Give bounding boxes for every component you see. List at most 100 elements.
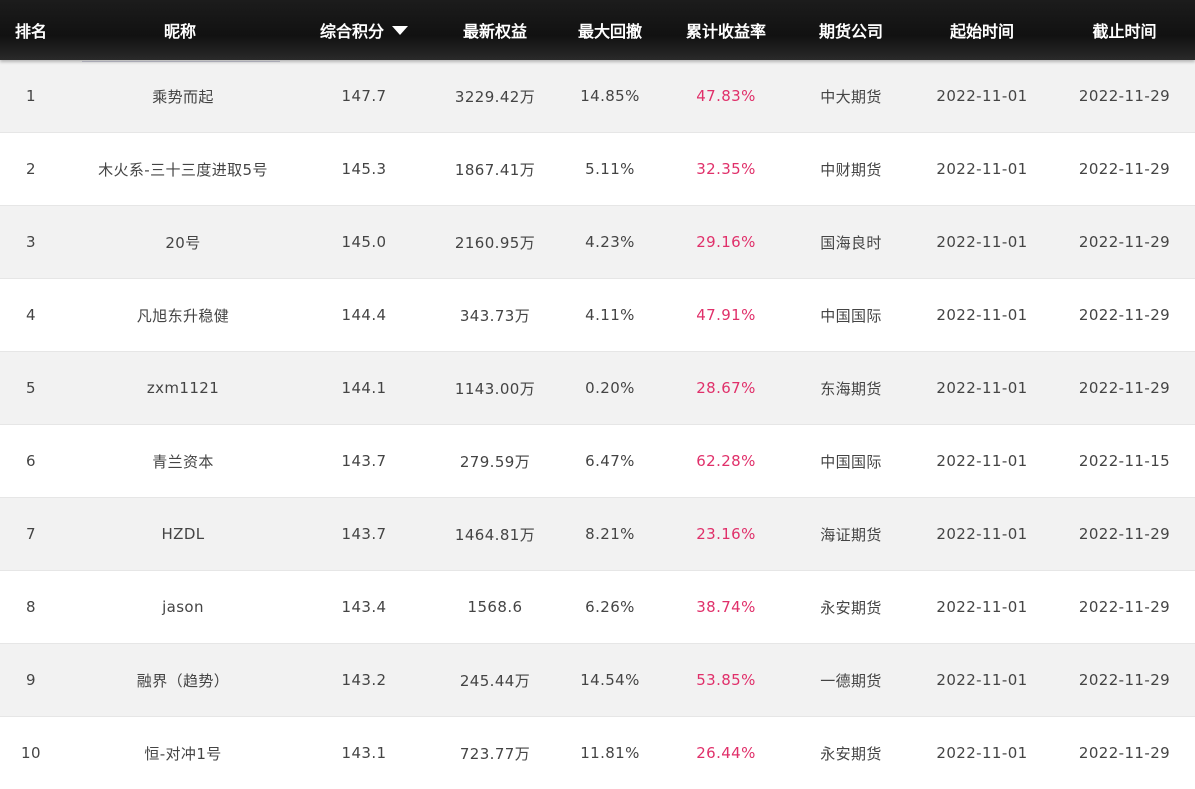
table-row[interactable]: 2 木火系-三十三度进取5号 145.3 1867.41万 5.11% 32.3… — [0, 133, 1195, 206]
return-cell: 26.44% — [696, 744, 756, 762]
rank-cell: 3 — [26, 233, 36, 251]
return-cell: 62.28% — [696, 452, 756, 470]
start-date-cell: 2022-11-01 — [936, 87, 1028, 105]
return-cell: 23.16% — [696, 525, 756, 543]
drawdown-cell: 6.47% — [585, 452, 635, 470]
nickname-cell[interactable]: 20号 — [62, 231, 298, 253]
header-score[interactable]: 综合积分 — [298, 0, 430, 60]
equity-cell: 1867.41万 — [454, 160, 536, 179]
start-date-cell: 2022-11-01 — [936, 379, 1028, 397]
score-cell: 145.3 — [341, 160, 387, 178]
end-date-cell: 2022-11-29 — [1078, 598, 1171, 616]
sort-down-icon[interactable] — [392, 25, 408, 35]
drawdown-cell: 6.26% — [585, 598, 635, 616]
score-cell: 144.4 — [341, 306, 387, 324]
drawdown-cell: 4.23% — [585, 233, 635, 251]
return-cell: 29.16% — [696, 233, 756, 251]
header-start-date[interactable]: 起始时间 — [910, 0, 1054, 60]
broker-cell: 中财期货 — [820, 160, 882, 179]
end-date-cell: 2022-11-29 — [1078, 379, 1171, 397]
end-date-cell: 2022-11-29 — [1078, 671, 1171, 689]
score-cell: 143.2 — [341, 671, 387, 689]
return-cell: 38.74% — [696, 598, 756, 616]
header-return[interactable]: 累计收益率 — [660, 0, 792, 60]
score-cell: 143.1 — [341, 744, 387, 762]
drawdown-cell: 14.85% — [580, 87, 640, 105]
nickname-cell[interactable]: 融界（趋势） — [62, 669, 298, 691]
return-cell: 32.35% — [696, 160, 756, 178]
rank-cell: 7 — [26, 525, 36, 543]
broker-cell: 中国国际 — [820, 306, 882, 325]
start-date-cell: 2022-11-01 — [936, 525, 1028, 543]
equity-cell: 1143.00万 — [454, 379, 536, 398]
nickname-cell[interactable]: 凡旭东升稳健 — [62, 304, 298, 326]
nickname-cell[interactable]: 青兰资本 — [62, 450, 298, 472]
rank-cell: 1 — [26, 87, 36, 105]
broker-cell: 国海良时 — [820, 233, 882, 252]
broker-cell: 中大期货 — [820, 87, 882, 106]
table-row[interactable]: 1 乘势而起 147.7 3229.42万 14.85% 47.83% 中大期货… — [0, 60, 1195, 133]
header-end-date[interactable]: 截止时间 — [1054, 0, 1195, 60]
equity-cell: 343.73万 — [459, 306, 531, 325]
header-equity[interactable]: 最新权益 — [430, 0, 560, 60]
header-rank[interactable]: 排名 — [0, 0, 62, 60]
table-row[interactable]: 10 恒-对冲1号 143.1 723.77万 11.81% 26.44% 永安… — [0, 717, 1195, 789]
header-drawdown[interactable]: 最大回撤 — [560, 0, 660, 60]
start-date-cell: 2022-11-01 — [936, 306, 1028, 324]
start-date-cell: 2022-11-01 — [936, 160, 1028, 178]
score-cell: 145.0 — [341, 233, 387, 251]
equity-cell: 3229.42万 — [454, 87, 536, 106]
drawdown-cell: 5.11% — [585, 160, 635, 178]
equity-cell: 245.44万 — [459, 671, 531, 690]
equity-cell: 279.59万 — [459, 452, 531, 471]
nickname-cell[interactable]: 乘势而起 — [62, 85, 298, 107]
table-row[interactable]: 8 jason 143.4 1568.6 6.26% 38.74% 永安期货 2… — [0, 571, 1195, 644]
return-cell: 47.83% — [696, 87, 756, 105]
rank-cell: 9 — [26, 671, 36, 689]
nickname-cell[interactable]: 木火系-三十三度进取5号 — [62, 158, 298, 180]
score-cell: 143.7 — [341, 525, 387, 543]
end-date-cell: 2022-11-29 — [1078, 160, 1171, 178]
rank-cell: 5 — [26, 379, 36, 397]
table-row[interactable]: 7 HZDL 143.7 1464.81万 8.21% 23.16% 海证期货 … — [0, 498, 1195, 571]
table-row[interactable]: 5 zxm1121 144.1 1143.00万 0.20% 28.67% 东海… — [0, 352, 1195, 425]
end-date-cell: 2022-11-29 — [1078, 525, 1171, 543]
end-date-cell: 2022-11-29 — [1078, 233, 1171, 251]
nickname-cell[interactable]: zxm1121 — [62, 379, 298, 397]
header-score-label: 综合积分 — [319, 22, 384, 41]
nickname-cell[interactable]: HZDL — [62, 525, 298, 543]
score-cell: 143.7 — [341, 452, 387, 470]
table-row[interactable]: 6 青兰资本 143.7 279.59万 6.47% 62.28% 中国国际 2… — [0, 425, 1195, 498]
broker-cell: 永安期货 — [820, 598, 882, 617]
equity-cell: 2160.95万 — [454, 233, 536, 252]
header-broker[interactable]: 期货公司 — [792, 0, 910, 60]
return-cell: 28.67% — [696, 379, 756, 397]
equity-cell: 1464.81万 — [454, 525, 536, 544]
end-date-cell: 2022-11-29 — [1078, 87, 1171, 105]
broker-cell: 一德期货 — [820, 671, 882, 690]
score-cell: 147.7 — [341, 87, 387, 105]
drawdown-cell: 4.11% — [585, 306, 635, 324]
table-row[interactable]: 4 凡旭东升稳健 144.4 343.73万 4.11% 47.91% 中国国际… — [0, 279, 1195, 352]
header-nickname[interactable]: 昵称 — [62, 0, 298, 60]
broker-cell: 东海期货 — [820, 379, 882, 398]
rank-cell: 10 — [21, 744, 41, 762]
broker-cell: 海证期货 — [820, 525, 882, 544]
drawdown-cell: 8.21% — [585, 525, 635, 543]
broker-cell: 永安期货 — [820, 744, 882, 763]
nickname-cell[interactable]: jason — [62, 598, 298, 616]
return-cell: 47.91% — [696, 306, 756, 324]
drawdown-cell: 0.20% — [585, 379, 635, 397]
start-date-cell: 2022-11-01 — [936, 671, 1028, 689]
equity-cell: 1568.6 — [467, 598, 523, 616]
drawdown-cell: 14.54% — [580, 671, 640, 689]
start-date-cell: 2022-11-01 — [936, 452, 1028, 470]
rank-cell: 6 — [26, 452, 36, 470]
table-row[interactable]: 3 20号 145.0 2160.95万 4.23% 29.16% 国海良时 2… — [0, 206, 1195, 279]
rank-cell: 8 — [26, 598, 36, 616]
table-row[interactable]: 9 融界（趋势） 143.2 245.44万 14.54% 53.85% 一德期… — [0, 644, 1195, 717]
nickname-cell[interactable]: 恒-对冲1号 — [62, 742, 298, 764]
rank-cell: 4 — [26, 306, 36, 324]
selection-underline — [82, 61, 280, 62]
end-date-cell: 2022-11-15 — [1078, 452, 1171, 470]
